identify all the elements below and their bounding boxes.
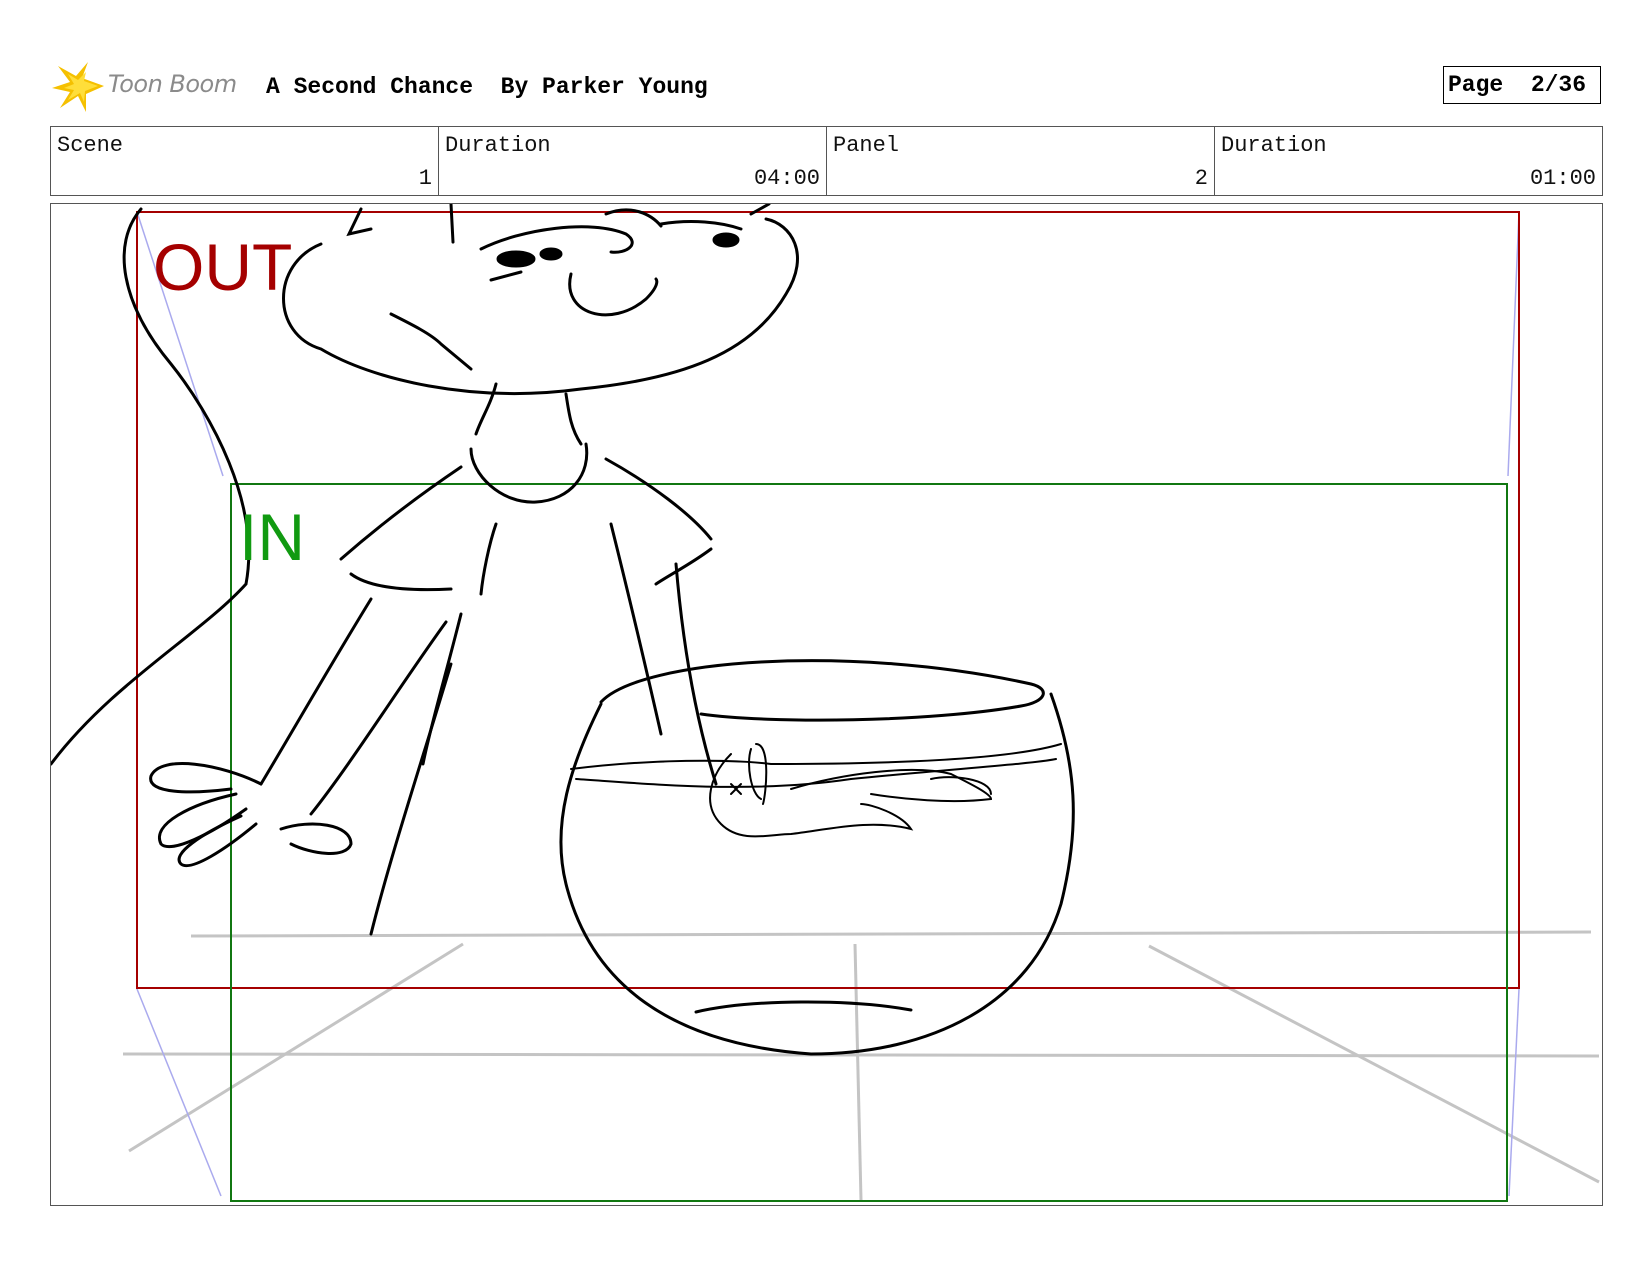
out-camera-frame [136,211,1520,989]
panel-info-table: Scene 1 Duration 04:00 Panel 2 Duration … [50,126,1603,196]
toon-boom-logo: Toon Boom [52,60,252,114]
in-camera-frame [230,483,1508,1202]
panel-cell: Panel 2 [827,127,1215,195]
scene-value: 1 [418,166,432,191]
panel-sketch [51,204,1600,1202]
in-frame-label: IN [239,500,305,574]
storyboard-panel: OUT IN [50,203,1603,1206]
scene-cell: Scene 1 [51,127,439,195]
scene-duration-value: 04:00 [753,166,820,191]
panel-duration-cell: Duration 01:00 [1215,127,1602,195]
panel-value: 2 [1194,166,1208,191]
star-burst-icon [52,62,104,112]
out-frame-label: OUT [153,230,293,304]
scene-duration-cell: Duration 04:00 [439,127,827,195]
scene-label: Scene [57,133,124,158]
logo-wordmark: Toon Boom [108,70,237,98]
storyboard-title: A Second Chance By Parker Young [266,74,708,100]
page-number: Page 2/36 [1443,66,1601,104]
panel-duration-value: 01:00 [1529,166,1596,191]
scene-duration-label: Duration [445,133,551,158]
panel-duration-label: Duration [1221,133,1327,158]
fish-bowl-sketch [559,659,1075,1056]
fish-sketch [709,743,993,838]
storyboard-header: Toon Boom A Second Chance By Parker Youn… [52,58,1602,118]
perspective-grid [122,930,1600,1201]
character-sketch [51,204,799,936]
panel-label: Panel [833,133,900,158]
